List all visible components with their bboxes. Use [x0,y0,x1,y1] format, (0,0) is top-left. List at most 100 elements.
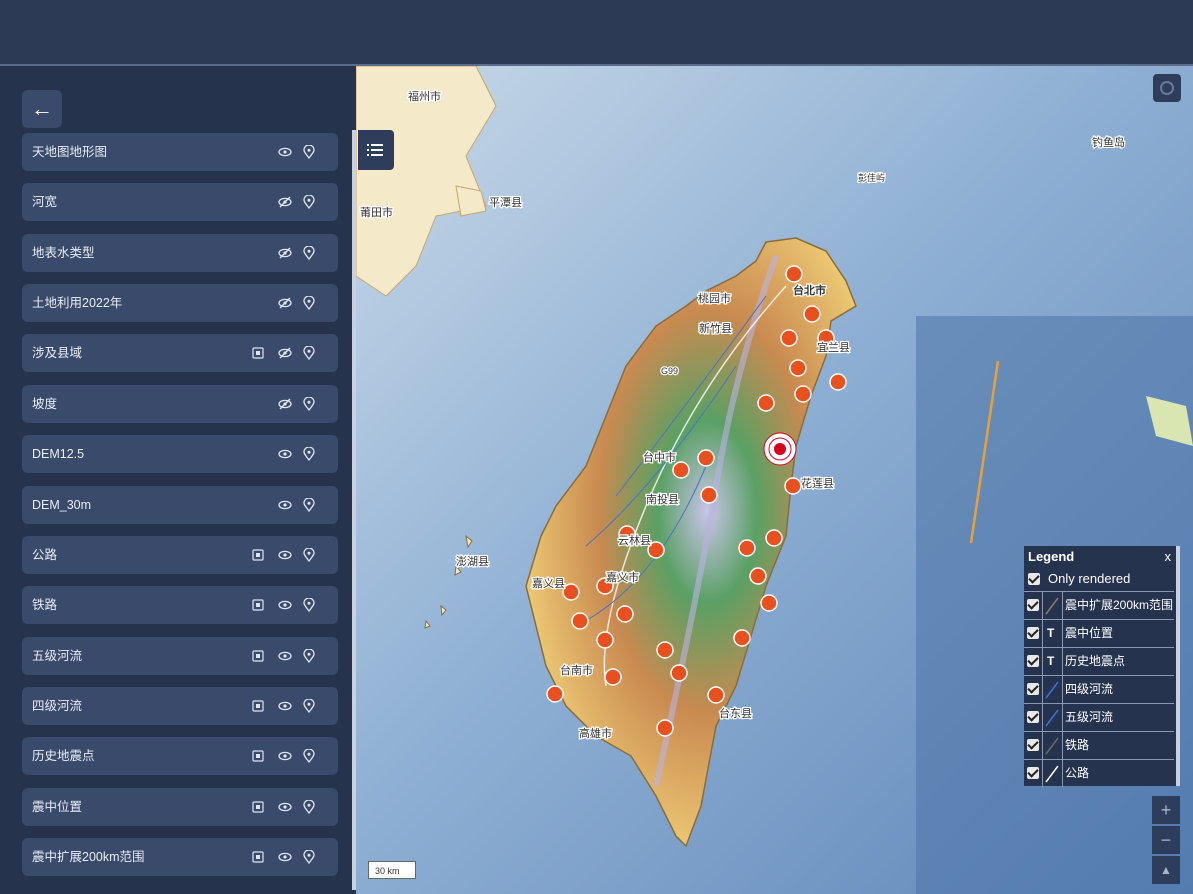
layer-row[interactable]: 震中位置 [22,788,338,826]
quake-marker[interactable] [803,305,821,323]
quake-marker[interactable] [829,373,847,391]
quake-marker[interactable] [757,394,775,412]
eye-icon[interactable] [278,548,292,562]
map-view[interactable]: 福州市 平潭县 钓鱼岛 彭佳屿 台北市 桃园市 新竹县 宜兰县 台中市 南投县 … [356,66,1193,894]
checkbox[interactable] [1027,767,1039,779]
checkbox[interactable] [1027,683,1039,695]
eye-off-icon[interactable] [278,195,292,209]
eye-icon[interactable] [278,850,292,864]
quake-marker[interactable] [780,329,798,347]
layer-row[interactable]: 公路 [22,536,338,574]
legend-row: 铁路 [1024,731,1174,759]
eye-icon[interactable] [278,800,292,814]
locate-icon[interactable] [302,547,316,563]
quake-marker[interactable] [784,477,802,495]
eye-icon[interactable] [278,749,292,763]
quake-marker[interactable] [656,719,674,737]
legend-close-button[interactable]: x [1165,549,1172,564]
zoom-in-button[interactable]: + [1152,796,1180,824]
locate-icon[interactable] [302,396,316,412]
only-rendered-toggle[interactable]: Only rendered [1028,571,1130,586]
checkbox[interactable] [1027,711,1039,723]
quake-marker[interactable] [697,449,715,467]
toc-toggle-button[interactable] [358,130,394,170]
checkbox[interactable] [1028,572,1040,585]
layer-row[interactable]: 历史地震点 [22,737,338,775]
quake-marker[interactable] [707,686,725,704]
locate-icon[interactable] [302,748,316,764]
locate-icon[interactable] [302,648,316,664]
checkbox[interactable] [1027,739,1039,751]
layer-row[interactable]: 河宽 [22,183,338,221]
locate-icon[interactable] [302,245,316,261]
eye-icon[interactable] [278,649,292,663]
quake-marker[interactable] [738,539,756,557]
locate-icon[interactable] [302,144,316,160]
legend-style-icon[interactable] [251,649,265,663]
layer-row[interactable]: 铁路 [22,586,338,624]
quake-marker[interactable] [562,583,580,601]
layer-row[interactable]: 五级河流 [22,637,338,675]
eye-icon[interactable] [278,498,292,512]
legend-style-icon[interactable] [251,346,265,360]
layer-name: 地表水类型 [32,246,95,260]
layer-row[interactable]: 涉及县域 [22,334,338,372]
locate-icon[interactable] [302,597,316,613]
legend-style-icon[interactable] [251,749,265,763]
zoom-out-button[interactable]: − [1152,826,1180,854]
quake-marker[interactable] [672,461,690,479]
eye-icon[interactable] [278,598,292,612]
quake-marker[interactable] [604,668,622,686]
quake-marker[interactable] [571,612,589,630]
checkbox[interactable] [1027,627,1039,639]
legend-style-icon[interactable] [251,850,265,864]
quake-marker[interactable] [794,385,812,403]
locate-icon[interactable] [302,194,316,210]
checkbox[interactable] [1027,655,1039,667]
eye-off-icon[interactable] [278,296,292,310]
checkbox[interactable] [1027,599,1039,611]
eye-off-icon[interactable] [278,246,292,260]
layer-row[interactable]: DEM_30m [22,486,338,524]
quake-marker[interactable] [749,567,767,585]
quake-marker[interactable] [733,629,751,647]
north-arrow-button[interactable]: ▲ [1152,856,1180,884]
snapshot-button[interactable] [1153,74,1181,102]
quake-marker[interactable] [785,265,803,283]
eye-off-icon[interactable] [278,397,292,411]
layer-row[interactable]: 四级河流 [22,687,338,725]
locate-icon[interactable] [302,497,316,513]
eye-icon[interactable] [278,447,292,461]
locate-icon[interactable] [302,698,316,714]
quake-marker[interactable] [700,486,718,504]
quake-marker[interactable] [596,631,614,649]
legend-style-icon[interactable] [251,800,265,814]
layer-row[interactable]: 土地利用2022年 [22,284,338,322]
quake-marker[interactable] [616,605,634,623]
eye-off-icon[interactable] [278,346,292,360]
quake-marker[interactable] [760,594,778,612]
locate-icon[interactable] [302,345,316,361]
quake-marker[interactable] [546,685,564,703]
quake-marker[interactable] [765,529,783,547]
layer-row[interactable]: 天地图地形图 [22,133,338,171]
quake-marker[interactable] [656,641,674,659]
layer-row[interactable]: 地表水类型 [22,234,338,272]
layer-row[interactable]: 坡度 [22,385,338,423]
legend-style-icon[interactable] [251,699,265,713]
locate-icon[interactable] [302,849,316,865]
epicenter-marker[interactable] [763,432,797,466]
locate-icon[interactable] [302,799,316,815]
eye-icon[interactable] [278,699,292,713]
layer-row[interactable]: 震中扩展200km范围 [22,838,338,876]
locate-icon[interactable] [302,295,316,311]
back-button[interactable]: ← [22,90,62,128]
eye-icon[interactable] [278,145,292,159]
quake-marker[interactable] [670,664,688,682]
quake-marker[interactable] [789,359,807,377]
locate-icon[interactable] [302,446,316,462]
legend-scrollbar[interactable] [1176,546,1180,786]
legend-style-icon[interactable] [251,598,265,612]
legend-style-icon[interactable] [251,548,265,562]
layer-row[interactable]: DEM12.5 [22,435,338,473]
